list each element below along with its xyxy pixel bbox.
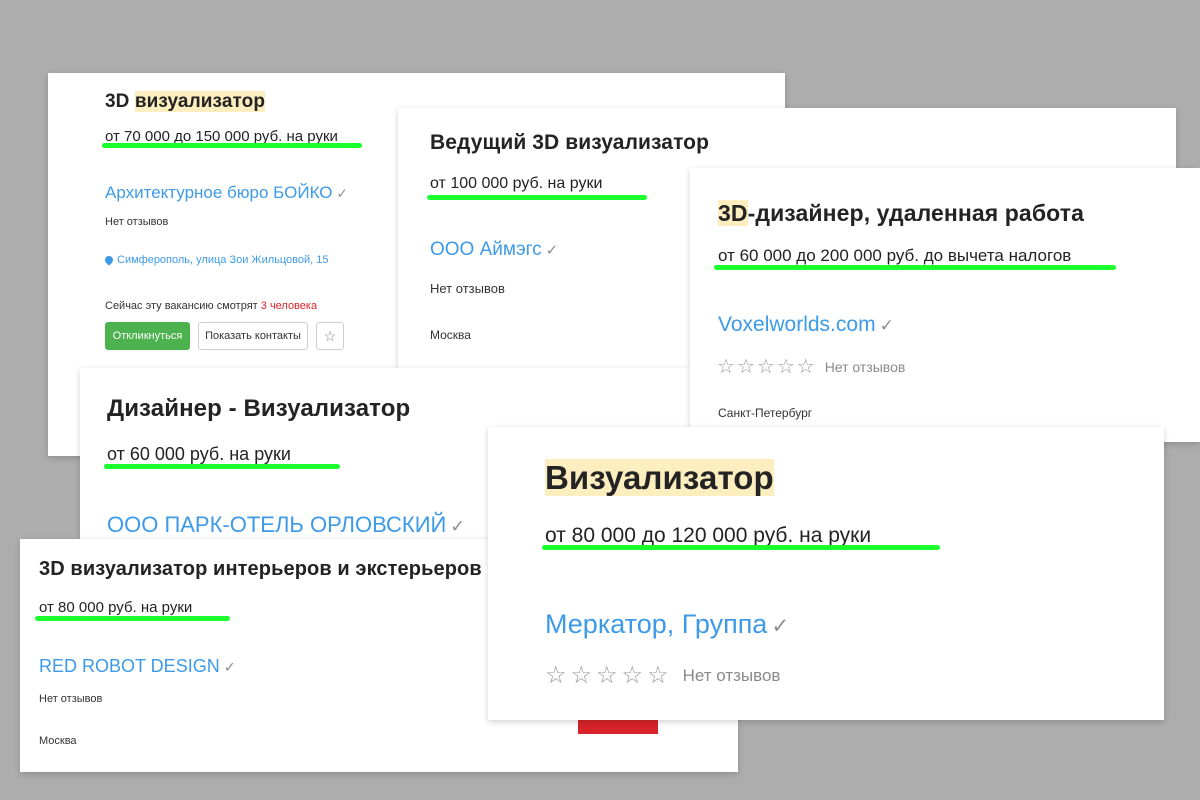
watching-text: Сейчас эту вакансию смотрят 3 человека <box>105 300 318 312</box>
check-icon: ✓ <box>879 316 894 335</box>
star-outline-icon[interactable]: ☆ <box>777 354 795 379</box>
star-outline-icon[interactable]: ☆ <box>571 661 593 690</box>
check-icon: ✓ <box>450 516 466 536</box>
star-outline-icon[interactable]: ☆ <box>717 354 735 379</box>
vacancy-card-3d-designer-remote: 3D-дизайнер, удаленная работа от 60 000 … <box>690 168 1200 442</box>
vacancy-title[interactable]: Визуализатор <box>545 459 774 497</box>
check-icon: ✓ <box>336 186 348 201</box>
vacancy-title[interactable]: 3D-дизайнер, удаленная работа <box>718 200 1084 227</box>
title-highlight: 3D <box>718 200 748 226</box>
favorite-button[interactable]: ☆ <box>316 322 344 350</box>
company-link[interactable]: ООО Аймэгс ✓ <box>430 239 558 261</box>
address-link[interactable]: Симферополь, улица Зои Жильцовой, 15 <box>103 254 328 266</box>
reviews-text: Нет отзывов <box>824 358 906 375</box>
star-outline-icon[interactable]: ☆ <box>545 661 567 690</box>
salary: от 60 000 до 200 000 руб. до вычета нало… <box>718 246 1072 265</box>
star-outline-icon[interactable]: ☆ <box>797 354 815 379</box>
star-icon: ☆ <box>323 327 337 344</box>
watching-count: 3 человека <box>260 300 318 312</box>
vacancy-card-visualizer: Визуализатор от 80 000 до 120 000 руб. н… <box>488 427 1164 720</box>
check-icon: ✓ <box>223 660 236 676</box>
vacancy-title[interactable]: 3D визуализатор <box>105 91 266 113</box>
city-text: Москва <box>39 735 77 747</box>
check-icon: ✓ <box>545 242 559 259</box>
rating-stars: ☆ ☆ ☆ ☆ ☆ Нет отзывов <box>717 354 905 379</box>
star-outline-icon[interactable]: ☆ <box>596 661 618 690</box>
reviews-text: Нет отзывов <box>105 216 169 228</box>
salary-underline <box>714 265 1116 270</box>
map-pin-icon <box>103 254 115 266</box>
reviews-text: Нет отзывов <box>39 693 103 705</box>
salary: от 100 000 руб. на руки <box>430 175 603 192</box>
title-highlight: визуализатор <box>134 91 266 112</box>
show-contacts-button[interactable]: Показать контакты <box>198 322 308 350</box>
respond-button[interactable]: Откликнуться <box>105 322 190 350</box>
city-text: Санкт-Петербург <box>718 406 813 420</box>
company-link[interactable]: RED ROBOT DESIGN ✓ <box>39 656 236 677</box>
vacancy-title[interactable]: Дизайнер - Визуализатор <box>107 395 410 423</box>
star-outline-icon[interactable]: ☆ <box>757 354 775 379</box>
company-link[interactable]: Voxelworlds.com ✓ <box>718 313 894 337</box>
vacancy-title[interactable]: Ведущий 3D визуализатор <box>430 131 709 155</box>
star-outline-icon[interactable]: ☆ <box>737 354 755 379</box>
reviews-text: Нет отзывов <box>682 665 781 685</box>
salary: от 80 000 руб. на руки <box>39 599 193 616</box>
salary: от 60 000 руб. на руки <box>107 444 291 464</box>
salary-underline <box>102 143 362 148</box>
company-link[interactable]: Меркатор, Группа ✓ <box>545 609 789 640</box>
check-icon: ✓ <box>771 613 790 638</box>
company-link[interactable]: Архитектурное бюро БОЙКО ✓ <box>105 183 348 203</box>
star-outline-icon[interactable]: ☆ <box>647 661 669 690</box>
salary-underline <box>542 545 940 550</box>
rating-stars: ☆ ☆ ☆ ☆ ☆ Нет отзывов <box>545 661 780 690</box>
city-text: Москва <box>430 328 471 342</box>
reviews-text: Нет отзывов <box>430 281 505 296</box>
salary-underline <box>427 195 647 200</box>
title-highlight: Визуализатор <box>545 459 774 496</box>
salary-underline <box>35 616 230 621</box>
vacancy-title[interactable]: 3D визуализатор интерьеров и экстерьеров <box>39 558 482 581</box>
star-outline-icon[interactable]: ☆ <box>622 661 644 690</box>
salary-underline <box>104 464 340 469</box>
company-link[interactable]: ООО ПАРК-ОТЕЛЬ ОРЛОВСКИЙ ✓ <box>107 512 465 538</box>
